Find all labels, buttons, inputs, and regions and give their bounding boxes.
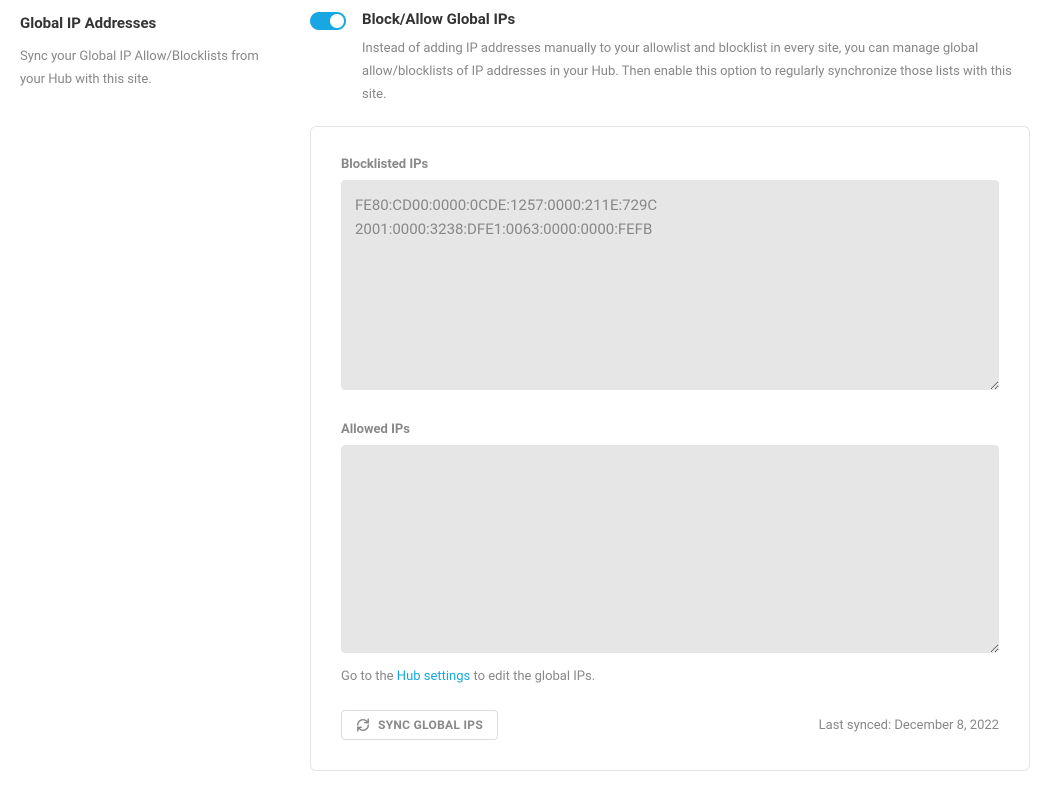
section-description: Instead of adding IP addresses manually …: [362, 38, 1030, 106]
block-allow-toggle[interactable]: [310, 12, 346, 30]
sidebar: Global IP Addresses Sync your Global IP …: [20, 10, 280, 771]
sync-button-label: SYNC GLOBAL IPS: [378, 718, 483, 732]
hub-settings-text: Go to the Hub settings to edit the globa…: [341, 669, 999, 684]
section-title: Block/Allow Global IPs: [362, 10, 1030, 28]
allowed-label: Allowed IPs: [341, 422, 999, 437]
sync-global-ips-button[interactable]: SYNC GLOBAL IPS: [341, 710, 498, 740]
toggle-knob: [330, 14, 344, 28]
last-synced-text: Last synced: December 8, 2022: [819, 718, 999, 733]
allowed-ips-textarea[interactable]: [341, 445, 999, 653]
main-content: Block/Allow Global IPs Instead of adding…: [310, 10, 1030, 771]
blocklisted-ips-textarea[interactable]: [341, 180, 999, 390]
sidebar-title: Global IP Addresses: [20, 14, 280, 32]
refresh-icon: [356, 718, 370, 732]
sidebar-description: Sync your Global IP Allow/Blocklists fro…: [20, 46, 280, 92]
hub-prefix: Go to the: [341, 669, 397, 684]
settings-card: Blocklisted IPs Allowed IPs Go to the Hu…: [310, 126, 1030, 771]
hub-suffix: to edit the global IPs.: [470, 669, 595, 684]
blocklisted-label: Blocklisted IPs: [341, 157, 999, 172]
last-synced-date: December 8, 2022: [894, 718, 999, 733]
last-synced-prefix: Last synced:: [819, 718, 895, 733]
hub-settings-link[interactable]: Hub settings: [397, 669, 470, 684]
